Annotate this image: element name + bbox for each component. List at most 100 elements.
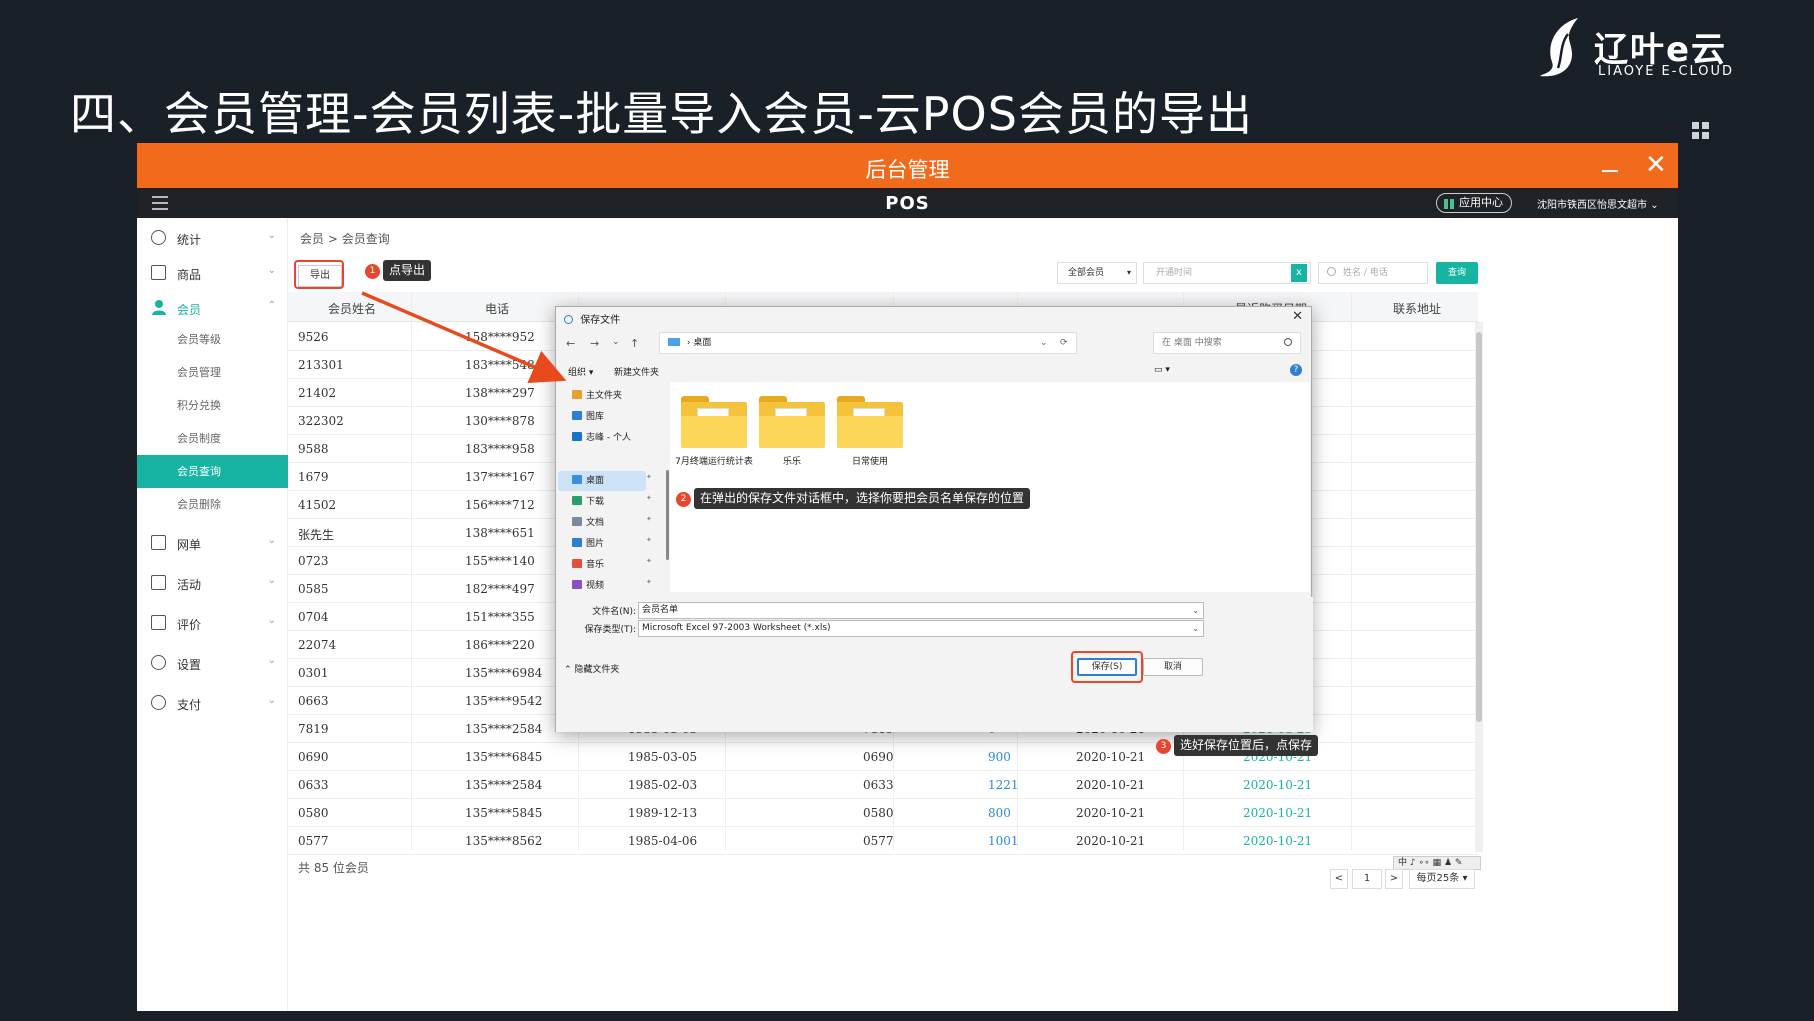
- nav-item[interactable]: 下载 ✦: [572, 494, 652, 507]
- cell-birthday: 1985-02-03: [628, 778, 698, 792]
- cell-name: 9588: [298, 442, 329, 456]
- cloud-icon: [572, 432, 582, 441]
- sidebar-item-activities[interactable]: 活动 ⌄: [137, 563, 288, 603]
- ime-toolbar[interactable]: 中 ♪ ∘∘ ▦ ♟ ✎: [1393, 856, 1481, 870]
- up-arrow-icon[interactable]: ↑: [630, 337, 639, 350]
- scrollbar-thumb[interactable]: [1476, 332, 1482, 722]
- table-row[interactable]: 0633 135****2584 1985-02-03 0633 1221 2020-10…: [288, 771, 1478, 799]
- sidebar-sub-member-delete[interactable]: 会员删除: [137, 488, 288, 521]
- cell-name: 7819: [298, 722, 329, 736]
- nav-item[interactable]: 主文件夹: [572, 388, 622, 401]
- nav-item[interactable]: 音乐 ✦: [572, 557, 652, 570]
- folder-item[interactable]: 7月终端运行统计表: [674, 396, 754, 468]
- folder-icon: [681, 396, 747, 448]
- pin-icon: ✦: [646, 494, 652, 502]
- cell-phone: 135****6845: [465, 750, 543, 764]
- total-members: 共 85 位会员: [298, 861, 369, 875]
- cell-birthday: 1985-03-05: [628, 750, 698, 764]
- organize-button[interactable]: 组织 ▾: [568, 365, 593, 378]
- sidebar-sub-points-exchange[interactable]: 积分兑换: [137, 389, 288, 422]
- nav-item[interactable]: 视频 ✦: [572, 578, 652, 591]
- pin-icon: ✦: [646, 557, 652, 565]
- chevron-down-icon[interactable]: ⌄: [1040, 333, 1048, 353]
- sidebar-sub-member-manage[interactable]: 会员管理: [137, 356, 288, 389]
- cell-birthday: 1989-12-13: [628, 806, 698, 820]
- per-page-select[interactable]: 每页25条 ▾: [1409, 869, 1475, 889]
- folder-item[interactable]: 日常使用: [830, 396, 910, 468]
- nav-item-label: 下载: [586, 497, 605, 507]
- table-scrollbar[interactable]: [1475, 322, 1483, 852]
- picture-icon: [572, 538, 582, 547]
- dialog-search-input[interactable]: 在 桌面 中搜索: [1153, 332, 1301, 354]
- prev-page-button[interactable]: <: [1330, 869, 1348, 889]
- pin-icon: ✦: [646, 536, 652, 544]
- sidebar-item-payment[interactable]: 支付 ⌄: [137, 683, 288, 723]
- filename-value: 会员名单: [642, 605, 679, 615]
- app-center-button[interactable]: 应用中心: [1436, 193, 1512, 213]
- sidebar-item-reviews[interactable]: 评价 ⌄: [137, 603, 288, 643]
- gift-icon: [151, 575, 166, 590]
- sidebar-item-orders[interactable]: 网单 ⌄: [137, 523, 288, 563]
- nav-item[interactable]: 文档 ✦: [572, 515, 652, 528]
- member-filter-select[interactable]: 全部会员 ▾: [1057, 262, 1137, 284]
- table-row[interactable]: 0577 135****8562 1985-04-06 0577 1001 2020-10…: [288, 827, 1478, 855]
- folder-item[interactable]: 乐乐: [752, 396, 832, 468]
- nav-item[interactable]: 桌面 ✦: [572, 473, 652, 486]
- query-button[interactable]: 查询: [1436, 262, 1478, 284]
- pay-icon: [151, 695, 166, 710]
- table-row[interactable]: 0580 135****5845 1989-12-13 0580 800 2020-10-…: [288, 799, 1478, 827]
- slide-title: 四、会员管理-会员列表-批量导入会员-云POS会员的导出: [70, 87, 1253, 141]
- nav-item[interactable]: 志峰 - 个人: [572, 430, 631, 443]
- view-options-button[interactable]: ▭ ▾: [1154, 365, 1170, 375]
- sidebar-item-goods[interactable]: 商品 ⌄: [137, 253, 288, 293]
- sidebar-item-members[interactable]: 会员 ⌃: [137, 288, 288, 328]
- breadcrumb-root[interactable]: 会员: [300, 232, 324, 246]
- sidebar-sub-member-level[interactable]: 会员等级: [137, 323, 288, 356]
- chevron-down-icon: ⌄: [267, 230, 276, 241]
- dialog-title-bar: 保存文件: [564, 311, 620, 326]
- refresh-icon[interactable]: ⟳: [1060, 333, 1068, 353]
- clear-date-button[interactable]: x: [1291, 264, 1307, 282]
- column-divider: [411, 292, 412, 850]
- cell-phone: 183****548: [465, 358, 535, 372]
- chart-icon: [151, 230, 166, 245]
- chevron-down-icon: ⌄: [1192, 624, 1199, 633]
- back-arrow-icon[interactable]: ←: [566, 337, 575, 350]
- sidebar-item-stats[interactable]: 统计 ⌄: [137, 218, 288, 258]
- recent-locations-icon[interactable]: ⌄: [612, 337, 620, 347]
- sidebar-item-label: 设置: [177, 658, 202, 672]
- cell-phone: 135****6984: [465, 666, 543, 680]
- nav-item[interactable]: 图库: [572, 409, 604, 422]
- open-date-input[interactable]: 开通时间: [1143, 262, 1311, 284]
- cell-points: 800: [988, 806, 1011, 820]
- navigation-pane: 主文件夹图库志峰 - 个人桌面 ✦ 下载 ✦ 文档 ✦ 图片 ✦ 音乐 ✦ 视频 ✦: [556, 382, 669, 592]
- nav-pane-scrollbar[interactable]: [666, 470, 669, 560]
- cell-recent: 2020-10-21: [1243, 778, 1313, 792]
- forward-arrow-icon[interactable]: →: [590, 337, 599, 350]
- dialog-title: 保存文件: [580, 315, 621, 326]
- address-bar[interactable]: › 桌面 ⌄ ⟳: [659, 332, 1077, 354]
- close-window-button[interactable]: ✕: [1645, 151, 1667, 179]
- minimize-button[interactable]: [1602, 170, 1618, 172]
- desktop-icon: [668, 338, 680, 346]
- member-search-input[interactable]: 姓名 / 电话: [1318, 262, 1428, 284]
- page-number-input[interactable]: 1: [1352, 869, 1382, 889]
- hide-folders-toggle[interactable]: ⌃ 隐藏文件夹: [564, 662, 619, 675]
- store-selector[interactable]: 沈阳市铁西区怡思文超市 ⌄: [1537, 196, 1659, 211]
- chevron-down-icon: ⌄: [267, 535, 276, 546]
- gear-icon: [151, 655, 166, 670]
- new-folder-button[interactable]: 新建文件夹: [614, 365, 659, 378]
- sidebar-sub-member-rules[interactable]: 会员制度: [137, 422, 288, 455]
- nav-item[interactable]: 图片 ✦: [572, 536, 652, 549]
- sidebar-item-settings[interactable]: 设置 ⌄: [137, 643, 288, 683]
- cancel-button[interactable]: 取消: [1143, 658, 1203, 676]
- dialog-close-button[interactable]: ✕: [1292, 309, 1303, 324]
- filename-input[interactable]: 会员名单 ⌄: [638, 602, 1204, 619]
- filetype-select[interactable]: Microsoft Excel 97-2003 Worksheet (*.xls…: [638, 620, 1204, 637]
- save-highlight: [1071, 651, 1143, 683]
- next-page-button[interactable]: >: [1385, 869, 1403, 889]
- help-icon[interactable]: ?: [1290, 364, 1302, 376]
- sidebar-sub-member-query[interactable]: 会员查询: [137, 455, 288, 488]
- home-icon: [572, 390, 582, 399]
- cell-phone: 182****497: [465, 582, 535, 596]
